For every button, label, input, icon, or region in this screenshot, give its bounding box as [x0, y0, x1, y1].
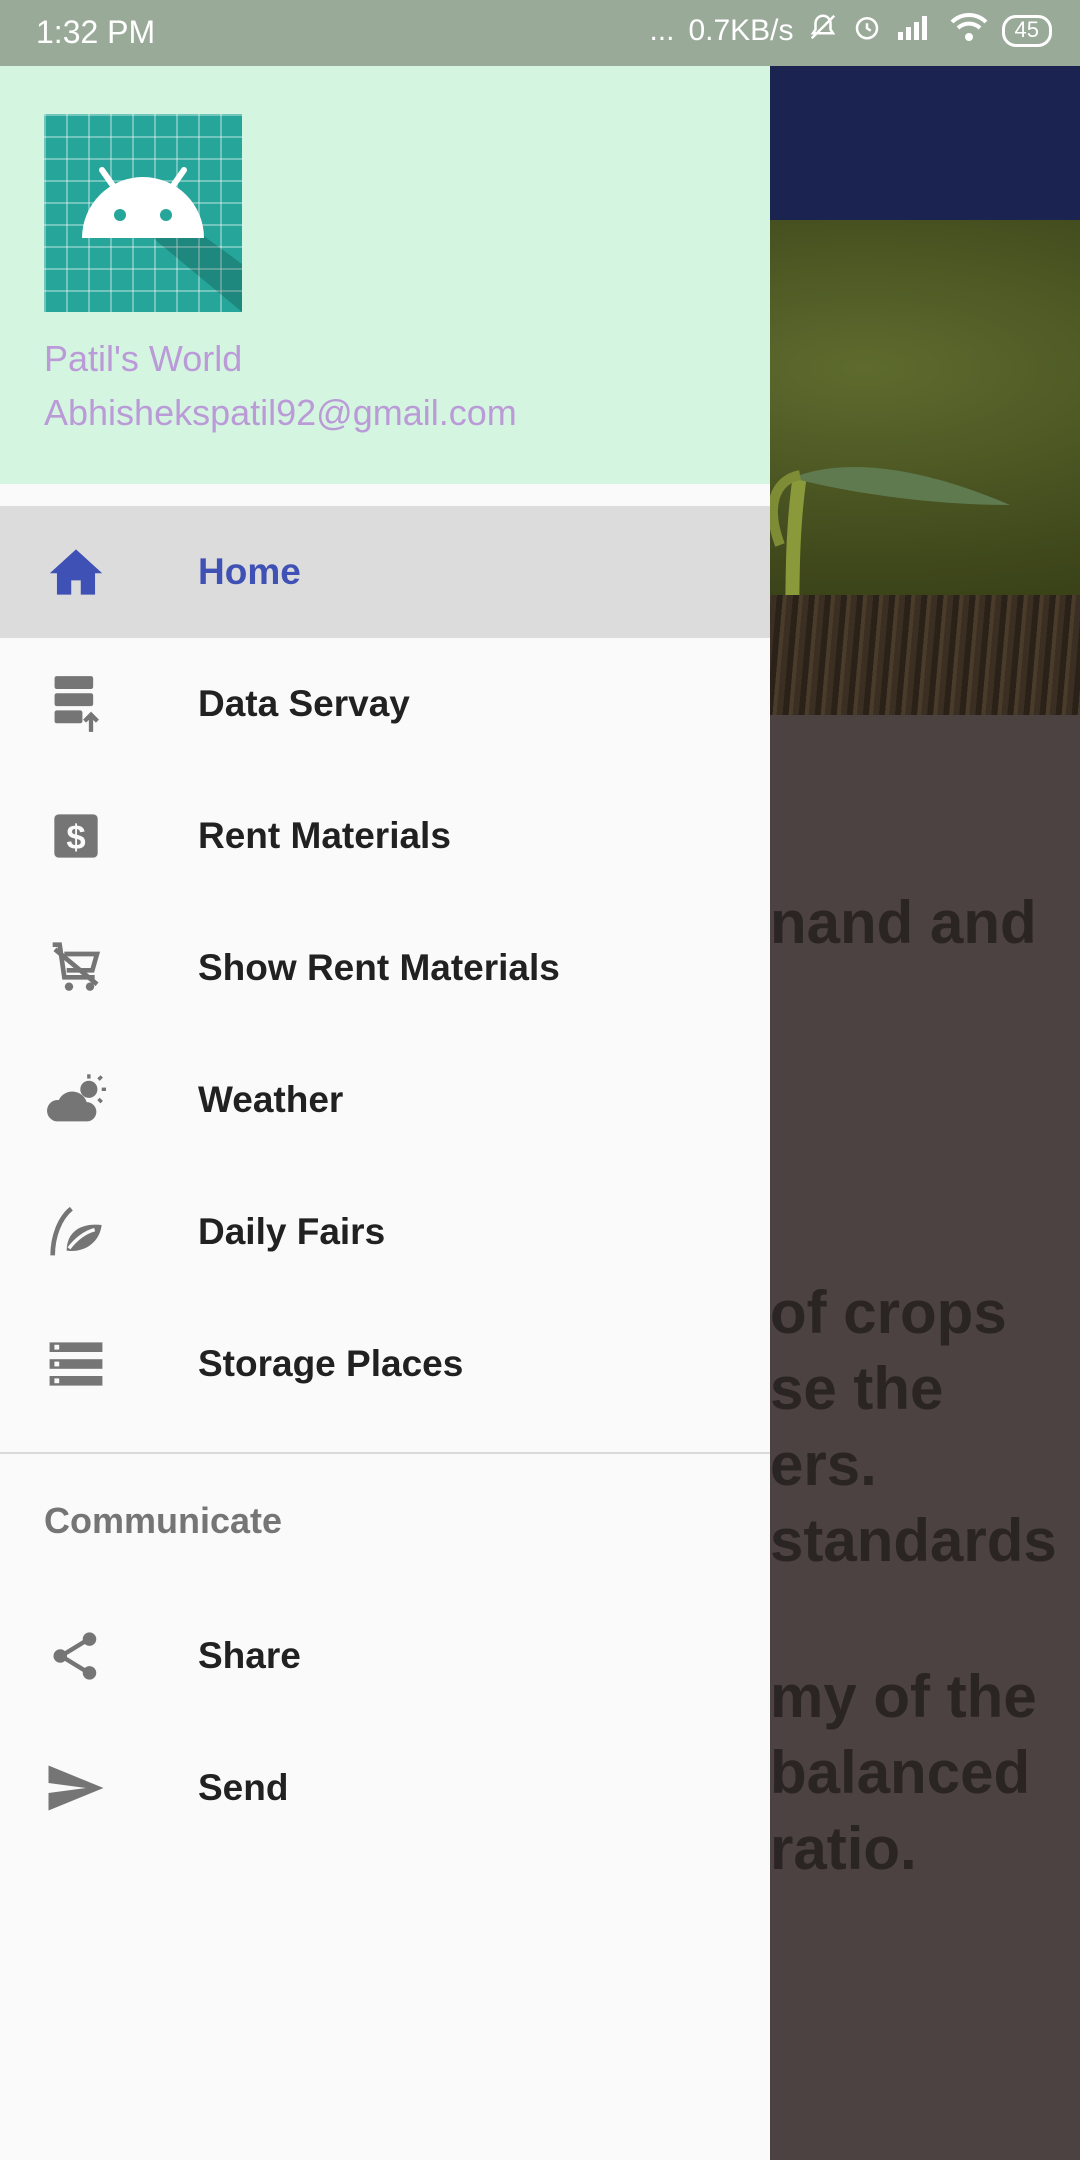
- bg-text-line: balanced: [770, 1739, 1031, 1806]
- network-speed: 0.7KB/s: [688, 14, 794, 47]
- header-email: Abhishekspatil92@gmail.com: [44, 392, 517, 433]
- bg-text-line: se the: [770, 1355, 944, 1422]
- menu-item-label: Show Rent Materials: [198, 947, 560, 988]
- share-icon: [46, 1631, 106, 1681]
- menu-item-label: Send: [198, 1767, 289, 1808]
- database-upload-icon: [46, 676, 106, 732]
- menu-item-send[interactable]: Send: [0, 1722, 770, 1854]
- menu-item-label: Weather: [198, 1079, 344, 1120]
- status-bar: 1:32 PM ... 0.7KB/s 45: [0, 0, 1080, 66]
- menu-item-weather[interactable]: Weather: [0, 1034, 770, 1166]
- status-indicators: ... 0.7KB/s 45: [649, 12, 1052, 50]
- menu-item-rent-materials[interactable]: $ Rent Materials: [0, 770, 770, 902]
- menu-item-label: Share: [198, 1635, 301, 1676]
- status-time: 1:32 PM: [36, 14, 156, 50]
- menu-item-label: Home: [198, 551, 301, 592]
- menu-item-daily-fairs[interactable]: Daily Fairs: [0, 1166, 770, 1298]
- section-title-communicate: Communicate: [44, 1500, 283, 1541]
- menu-item-show-rent-materials[interactable]: Show Rent Materials: [0, 902, 770, 1034]
- send-icon: [46, 1763, 106, 1813]
- navigation-drawer: Patil's World Abhishekspatil92@gmail.com…: [0, 0, 770, 2160]
- weather-icon: [46, 1074, 106, 1125]
- android-logo-icon: [44, 114, 242, 312]
- bg-text-line: my of the: [770, 1663, 1037, 1730]
- alarm-icon: [852, 12, 882, 50]
- communicate-menu: Share Send: [0, 1590, 770, 1854]
- mute-icon: [808, 12, 838, 50]
- menu-item-share[interactable]: Share: [0, 1590, 770, 1722]
- menu-divider: [0, 1452, 770, 1454]
- svg-text:$: $: [66, 819, 85, 857]
- bg-text-line: nand and: [770, 889, 1037, 956]
- wifi-icon: [950, 12, 988, 50]
- cart-off-icon: [46, 942, 106, 993]
- signal-icon: [896, 12, 936, 50]
- bg-text-line: ers.: [770, 1431, 877, 1498]
- header-title: Patil's World: [44, 338, 243, 379]
- drawer-menu: Home Data Servay $ Rent Materials Show R…: [0, 506, 770, 1430]
- menu-item-label: Data Servay: [198, 683, 410, 724]
- drawer-header: Patil's World Abhishekspatil92@gmail.com: [0, 66, 770, 484]
- dollar-icon: $: [46, 811, 106, 861]
- bg-text-line: ratio.: [770, 1815, 917, 1882]
- notification-dots: ...: [649, 14, 675, 47]
- menu-item-storage-places[interactable]: Storage Places: [0, 1298, 770, 1430]
- home-icon: [46, 547, 106, 597]
- bg-text-line: standards: [770, 1507, 1057, 1574]
- menu-item-home[interactable]: Home: [0, 506, 770, 638]
- battery-indicator: 45: [1001, 15, 1052, 47]
- menu-item-label: Rent Materials: [198, 815, 451, 856]
- menu-item-label: Daily Fairs: [198, 1211, 386, 1252]
- storage-icon: [46, 1339, 106, 1389]
- menu-item-label: Storage Places: [198, 1343, 464, 1384]
- leaf-hand-icon: [46, 1206, 106, 1257]
- menu-item-data-servay[interactable]: Data Servay: [0, 638, 770, 770]
- bg-text-line: of crops: [770, 1279, 1007, 1346]
